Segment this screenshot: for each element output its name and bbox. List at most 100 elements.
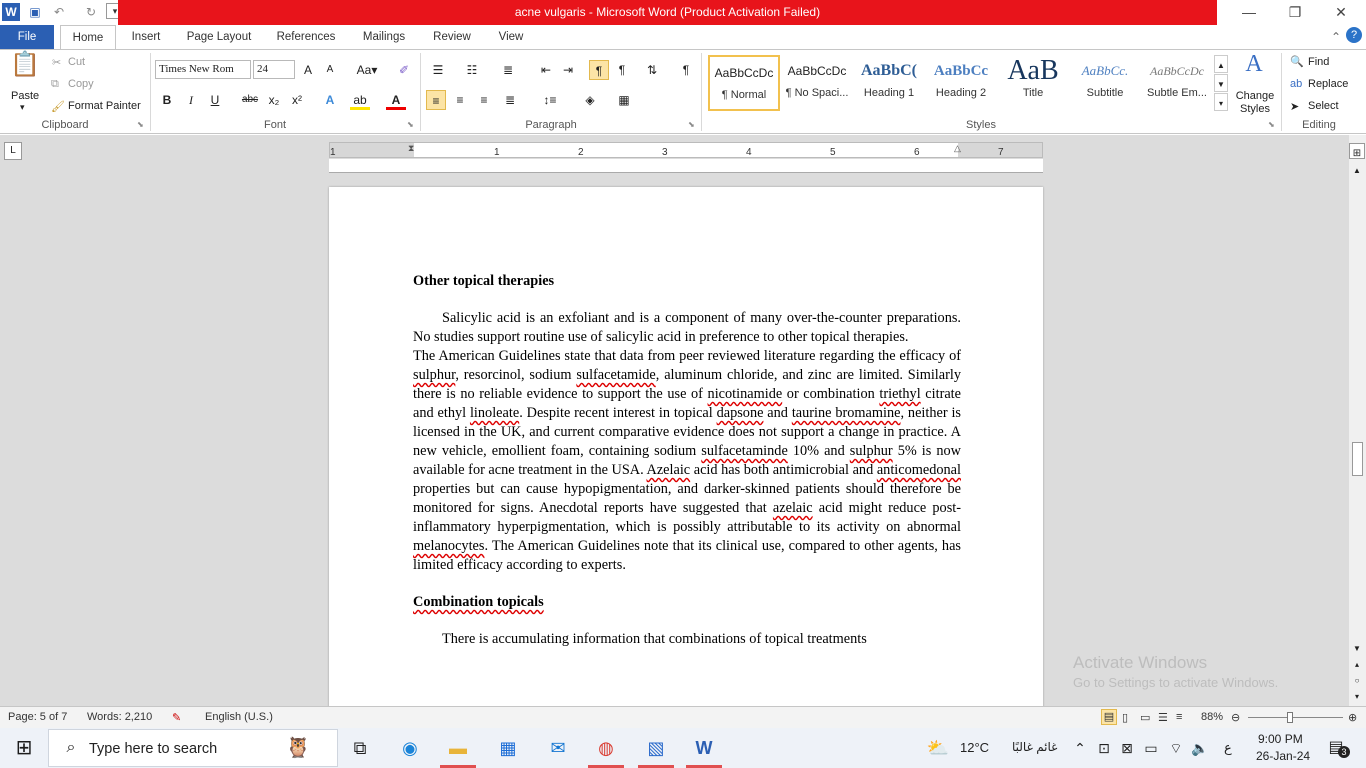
align-right-icon[interactable]: ≡ [474, 90, 494, 110]
close-button[interactable]: ✕ [1318, 0, 1364, 25]
next-page-icon[interactable]: ▾ [1349, 687, 1365, 701]
clock-time[interactable]: 9:00 PM [1258, 732, 1303, 746]
style-heading-1[interactable]: AaBbC( Heading 1 [853, 55, 925, 111]
spelling-error[interactable]: triethyl [879, 386, 920, 402]
font-color-icon[interactable]: A [386, 90, 406, 110]
find-icon[interactable]: 🔍 [1290, 55, 1304, 68]
full-screen-reading-icon[interactable]: ▯ [1122, 711, 1128, 724]
shrink-font-icon[interactable]: A [320, 60, 340, 80]
bold-icon[interactable]: B [157, 90, 177, 110]
format-painter-icon[interactable]: 🖌 [51, 100, 65, 113]
indent-marker-icon[interactable]: ⧗ [408, 143, 414, 154]
style-heading-2[interactable]: AaBbCc Heading 2 [925, 55, 997, 111]
zoom-level[interactable]: 88% [1201, 711, 1223, 723]
paragraph-launcher-icon[interactable]: ⬊ [688, 120, 695, 129]
zoom-in-icon[interactable]: ⊕ [1348, 711, 1357, 724]
copy-button[interactable]: Copy [68, 78, 94, 90]
chrome-icon[interactable]: ◍ [592, 734, 620, 762]
language[interactable]: English (U.S.) [205, 711, 273, 723]
replace-button[interactable]: Replace [1308, 78, 1348, 90]
word-app-icon[interactable]: W [2, 3, 20, 21]
tab-selector-button[interactable]: L [4, 142, 22, 160]
zoom-slider-thumb[interactable] [1287, 712, 1293, 723]
windows-start-icon[interactable]: ⊞ [10, 734, 38, 762]
document-body[interactable]: Other topical therapies Salicylic acid i… [413, 272, 961, 649]
select-button[interactable]: Select [1308, 100, 1339, 112]
justify-icon[interactable]: ≣ [500, 90, 520, 110]
strikethrough-icon[interactable]: abc [240, 90, 260, 110]
draft-icon[interactable]: ≡ [1176, 711, 1182, 723]
print-layout-icon[interactable]: ▤ [1101, 709, 1117, 725]
scroll-down-icon[interactable]: ▼ [1349, 639, 1365, 653]
style-no-spacing[interactable]: AaBbCcDc ¶ No Spaci... [781, 55, 853, 111]
clear-formatting-icon[interactable]: ✐ [394, 60, 414, 80]
collapse-ribbon-icon[interactable]: ⌃ [1326, 27, 1346, 47]
styles-launcher-icon[interactable]: ⬊ [1268, 120, 1275, 129]
spelling-error[interactable]: nicotinamide [708, 386, 783, 402]
scroll-thumb[interactable] [1352, 442, 1363, 476]
spelling-error[interactable]: anticomedonal [877, 462, 961, 478]
style-title[interactable]: AaB Title [997, 55, 1069, 111]
web-layout-icon[interactable]: ▭ [1140, 711, 1150, 724]
zoom-out-icon[interactable]: ⊖ [1231, 711, 1240, 724]
microsoft-store-icon[interactable]: ▦ [494, 734, 522, 762]
line-spacing-icon[interactable]: ↕≡ [540, 90, 560, 110]
undo-icon[interactable]: ↶ [50, 3, 68, 21]
zoom-slider[interactable] [1248, 717, 1343, 718]
clipboard-launcher-icon[interactable]: ⬊ [137, 120, 144, 129]
tab-page-layout[interactable]: Page Layout [178, 25, 260, 49]
file-explorer-icon[interactable]: ▬ [444, 734, 472, 762]
style-subtitle[interactable]: AaBbCc. Subtitle [1069, 55, 1141, 111]
cut-button[interactable]: Cut [68, 56, 85, 68]
cut-icon[interactable]: ✂ [52, 56, 61, 69]
ltr-icon[interactable]: ¶ [589, 60, 609, 80]
proofing-icon[interactable]: ✎ [172, 711, 181, 724]
spelling-error[interactable]: dapsone [717, 405, 764, 421]
sort-icon[interactable]: ⇅ [642, 60, 662, 80]
redo-icon[interactable]: ↻ [82, 3, 100, 21]
mail-icon[interactable]: ✉ [544, 734, 572, 762]
font-size-combo[interactable]: 24 [253, 60, 295, 79]
styles-scroll-up-icon[interactable]: ▲ [1214, 55, 1228, 73]
document-page[interactable]: Other topical therapies Salicylic acid i… [329, 187, 1043, 706]
spelling-error[interactable]: linoleate [470, 405, 519, 421]
shading-icon[interactable]: ◈ [580, 90, 600, 110]
italic-icon[interactable]: I [181, 90, 201, 110]
save-icon[interactable]: ▣ [26, 3, 44, 21]
increase-indent-icon[interactable]: ⇥ [558, 60, 578, 80]
tab-home[interactable]: Home [60, 25, 116, 50]
spelling-error[interactable]: sulphur [413, 367, 455, 383]
outline-icon[interactable]: ☰ [1158, 711, 1168, 724]
tab-file[interactable]: File [0, 25, 54, 49]
browse-object-icon[interactable]: ○ [1349, 671, 1365, 685]
grow-font-icon[interactable]: A [298, 60, 318, 80]
battery-icon[interactable]: ▭ [1137, 734, 1165, 762]
tab-insert[interactable]: Insert [122, 25, 170, 49]
paste-icon[interactable]: 📋 [10, 53, 40, 85]
spelling-error[interactable]: Azelaic [647, 462, 691, 478]
minimize-button[interactable]: — [1226, 0, 1272, 25]
page-count[interactable]: Page: 5 of 7 [8, 711, 67, 723]
scroll-up-icon[interactable]: ▲ [1349, 161, 1365, 175]
tab-mailings[interactable]: Mailings [352, 25, 416, 49]
vertical-scrollbar[interactable]: ⊞ ▲ ▼ ▴ ○ ▾ [1349, 135, 1366, 706]
rtl-icon[interactable]: ¶ [612, 60, 632, 80]
spelling-error[interactable]: sulphur [850, 443, 893, 459]
word-taskbar-icon[interactable]: W [690, 734, 718, 762]
highlight-icon[interactable]: ab [350, 90, 370, 110]
text-effects-icon[interactable]: A [320, 90, 340, 110]
change-case-icon[interactable]: Aa▾ [354, 60, 380, 80]
paste-button[interactable]: Paste [11, 90, 39, 102]
superscript-icon[interactable]: x² [287, 90, 307, 110]
change-styles-icon[interactable]: A [1240, 52, 1268, 84]
spelling-error[interactable]: taurine bromamine [792, 405, 901, 421]
multilevel-list-icon[interactable]: ≣ [498, 60, 518, 80]
weather-icon[interactable]: ⛅ [924, 734, 952, 762]
weather-temp[interactable]: 12°C [960, 740, 989, 755]
align-left-icon[interactable]: ≡ [426, 90, 446, 110]
spelling-error[interactable]: azelaic [773, 500, 813, 516]
style-normal[interactable]: AaBbCcDc ¶ Normal [708, 55, 780, 111]
borders-icon[interactable]: ▦ [614, 90, 634, 110]
previous-page-icon[interactable]: ▴ [1349, 655, 1365, 669]
format-painter-button[interactable]: Format Painter [68, 100, 141, 112]
